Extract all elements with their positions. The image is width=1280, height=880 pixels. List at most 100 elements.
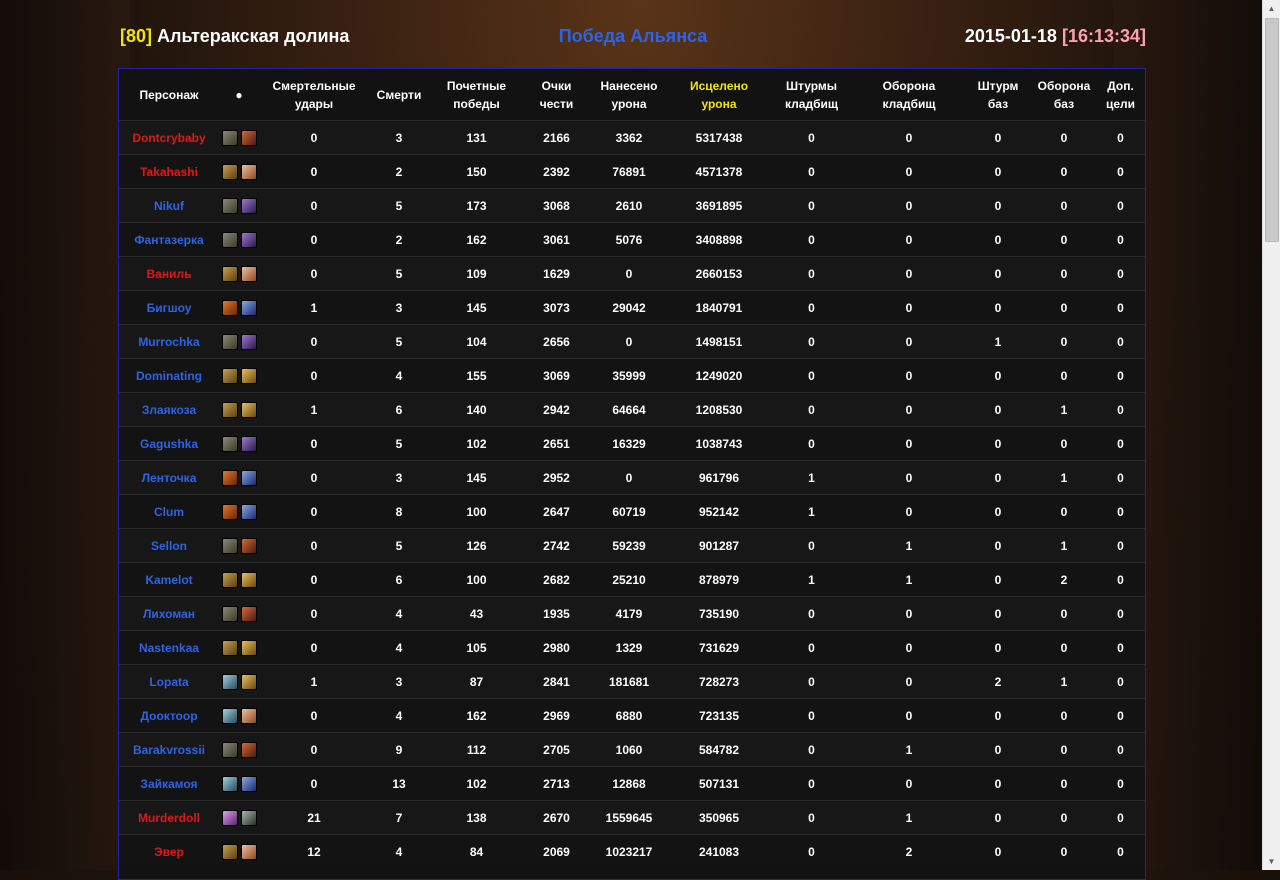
stat-damage: 76891	[589, 154, 669, 189]
class-icon	[240, 571, 257, 588]
stat-damage: 1329	[589, 630, 669, 665]
stat-graveyard-defends: 0	[854, 290, 964, 325]
table-row: Lopata 1 3 87 2841 181681 728273 0 0 2 1 0	[119, 664, 1145, 699]
player-name[interactable]: Dontcrybaby	[119, 120, 219, 155]
player-name[interactable]: Gagushka	[119, 426, 219, 461]
player-name[interactable]: Лихоман	[119, 596, 219, 631]
player-name[interactable]: Dominating	[119, 358, 219, 393]
column-header-extra-objectives[interactable]: Доп. цели	[1096, 69, 1145, 121]
race-icon	[221, 809, 238, 826]
scroll-thumb[interactable]	[1265, 18, 1279, 242]
class-icon	[240, 809, 257, 826]
stat-graveyard-defends: 0	[854, 154, 964, 189]
player-name[interactable]: Ваниль	[119, 256, 219, 291]
stat-graveyard-assaults: 0	[769, 188, 854, 223]
stat-damage: 0	[589, 324, 669, 359]
stat-damage: 0	[589, 256, 669, 291]
column-header-damage[interactable]: Нанесено урона	[589, 69, 669, 121]
stat-base-assaults: 0	[964, 290, 1032, 325]
table-row: Бигшоу 1 3 145 3073 29042 1840791 0 0 0 0 0	[119, 290, 1145, 325]
stat-killing-blows: 0	[259, 426, 369, 461]
column-header-graveyard-defends[interactable]: Оборона кладбищ	[854, 69, 964, 121]
player-name[interactable]: Nastenkaa	[119, 630, 219, 665]
stat-extra-objectives: 0	[1096, 256, 1145, 291]
race-icon	[221, 707, 238, 724]
stat-deaths: 5	[369, 528, 429, 563]
table-row: Murderdoll 21 7 138 2670 1559645 350965 0 1 0 0 0	[119, 800, 1145, 835]
player-name[interactable]: Takahashi	[119, 154, 219, 189]
race-icon	[221, 503, 238, 520]
column-header-base-assaults[interactable]: Штурм баз	[964, 69, 1032, 121]
battleground-header: [80] Альтеракская долина Победа Альянса …	[120, 26, 1146, 52]
stat-extra-objectives: 0	[1096, 358, 1145, 393]
race-icon	[221, 265, 238, 282]
scroll-down-icon[interactable]: ▼	[1263, 853, 1280, 870]
stat-graveyard-defends: 0	[854, 630, 964, 665]
stat-base-assaults: 0	[964, 528, 1032, 563]
player-name[interactable]: Nikuf	[119, 188, 219, 223]
table-row: Злаякоза 1 6 140 2942 64664 1208530 0 0 0 1 0	[119, 392, 1145, 427]
stat-damage: 2610	[589, 188, 669, 223]
battle-time: [16:13:34]	[1061, 26, 1146, 46]
stat-deaths: 5	[369, 188, 429, 223]
stat-graveyard-assaults: 0	[769, 800, 854, 835]
stat-killing-blows: 21	[259, 800, 369, 835]
player-name[interactable]: Доoктоoр	[119, 698, 219, 733]
player-icons	[219, 732, 259, 767]
scroll-up-icon[interactable]: ▲	[1263, 0, 1280, 17]
player-name[interactable]: Clum	[119, 494, 219, 529]
scoreboard-table: Персонаж ● Смертельные удары Смерти Поче…	[119, 69, 1145, 869]
player-name[interactable]: Murderdoll	[119, 800, 219, 835]
column-header-killing-blows[interactable]: Смертельные удары	[259, 69, 369, 121]
class-icon	[240, 775, 257, 792]
table-row: Gagushka 0 5 102 2651 16329 1038743 0 0 0 0 0	[119, 426, 1145, 461]
battle-datetime: 2015-01-18 [16:13:34]	[965, 26, 1146, 47]
column-header-class[interactable]: ●	[219, 69, 259, 121]
player-name[interactable]: Зайкамоя	[119, 766, 219, 801]
player-name[interactable]: Фантазерка	[119, 222, 219, 257]
player-name[interactable]: Ленточка	[119, 460, 219, 495]
stat-honor: 2670	[524, 800, 589, 835]
column-header-honor[interactable]: Очки чести	[524, 69, 589, 121]
table-row: Dominating 0 4 155 3069 35999 1249020 0 0 0 0 0	[119, 358, 1145, 393]
player-icons	[219, 256, 259, 291]
column-header-honorable-kills[interactable]: Почетные победы	[429, 69, 524, 121]
stat-deaths: 8	[369, 494, 429, 529]
stat-extra-objectives: 0	[1096, 188, 1145, 223]
column-header-healing[interactable]: Исцелено урона	[669, 69, 769, 121]
stat-honorable-kills: 140	[429, 392, 524, 427]
stat-base-assaults: 0	[964, 120, 1032, 155]
column-header-base-defends[interactable]: Оборона баз	[1032, 69, 1096, 121]
stat-honorable-kills: 162	[429, 222, 524, 257]
stat-base-defends: 0	[1032, 120, 1096, 155]
vertical-scrollbar[interactable]: ▲ ▼	[1262, 0, 1280, 870]
stat-healing: 735190	[669, 596, 769, 631]
stat-honorable-kills: 138	[429, 800, 524, 835]
class-icon	[240, 843, 257, 860]
player-name[interactable]: Эвер	[119, 834, 219, 869]
stat-damage: 3362	[589, 120, 669, 155]
stat-graveyard-assaults: 0	[769, 120, 854, 155]
race-icon	[221, 299, 238, 316]
stat-damage: 1559645	[589, 800, 669, 835]
class-icon	[240, 469, 257, 486]
stat-graveyard-defends: 0	[854, 222, 964, 257]
class-icon	[240, 367, 257, 384]
player-name[interactable]: Lopata	[119, 664, 219, 699]
player-name[interactable]: Злаякоза	[119, 392, 219, 427]
column-header-graveyard-assaults[interactable]: Штурмы кладбищ	[769, 69, 854, 121]
player-name[interactable]: Бигшоу	[119, 290, 219, 325]
stat-graveyard-defends: 0	[854, 460, 964, 495]
stat-deaths: 6	[369, 562, 429, 597]
column-header-deaths[interactable]: Смерти	[369, 69, 429, 121]
stat-damage: 5076	[589, 222, 669, 257]
background-left	[0, 0, 130, 870]
player-name[interactable]: Sellon	[119, 528, 219, 563]
player-name[interactable]: Kamelot	[119, 562, 219, 597]
player-name[interactable]: Murrochka	[119, 324, 219, 359]
player-name[interactable]: Barakvrossii	[119, 732, 219, 767]
column-header-character[interactable]: Персонаж	[119, 69, 219, 121]
stat-deaths: 4	[369, 358, 429, 393]
player-icons	[219, 664, 259, 699]
stat-base-defends: 0	[1032, 698, 1096, 733]
